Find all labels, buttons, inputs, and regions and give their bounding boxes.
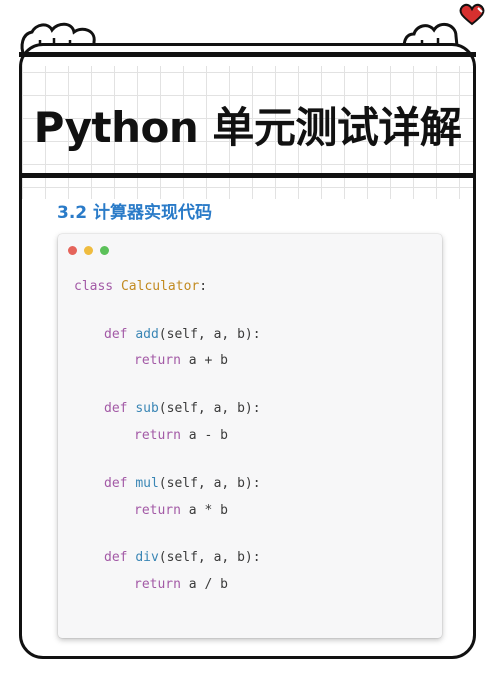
section-heading: 3.2 计算器实现代码 bbox=[57, 203, 213, 223]
code-line: return a / b bbox=[134, 577, 228, 592]
code-keyword: return bbox=[134, 577, 181, 592]
code-text: a - b bbox=[180, 428, 228, 443]
header-top-rule bbox=[19, 52, 476, 57]
code-line: def sub(self, a, b): bbox=[104, 401, 261, 416]
code-line: return a + b bbox=[134, 353, 228, 368]
code-keyword: return bbox=[134, 503, 181, 518]
code-keyword: def bbox=[104, 327, 128, 342]
code-function-name: mul bbox=[135, 476, 159, 491]
code-text: (self, a, b): bbox=[158, 401, 261, 416]
code-keyword: return bbox=[134, 428, 181, 443]
code-text: (self, a, b): bbox=[158, 327, 261, 342]
window-minimize-dot bbox=[84, 246, 93, 255]
code-text: a * b bbox=[180, 503, 228, 518]
code-function-name: div bbox=[135, 550, 159, 565]
code-class-name: Calculator bbox=[120, 279, 200, 294]
code-line: def add(self, a, b): bbox=[104, 327, 261, 342]
window-close-dot bbox=[68, 246, 77, 255]
code-line: class Calculator: bbox=[74, 279, 207, 294]
header-bottom-rule bbox=[19, 173, 476, 178]
code-keyword: class bbox=[74, 279, 114, 294]
code-function-name: sub bbox=[135, 401, 159, 416]
code-keyword: return bbox=[134, 353, 181, 368]
heart-icon bbox=[459, 3, 485, 26]
code-text: a + b bbox=[180, 353, 228, 368]
window-maximize-dot bbox=[100, 246, 109, 255]
code-line: def mul(self, a, b): bbox=[104, 476, 261, 491]
code-text: a / b bbox=[180, 577, 228, 592]
code-function-name: add bbox=[135, 327, 159, 342]
code-window bbox=[58, 234, 442, 638]
code-text: (self, a, b): bbox=[158, 476, 261, 491]
code-keyword: def bbox=[104, 550, 128, 565]
code-line: return a - b bbox=[134, 428, 228, 443]
code-text: (self, a, b): bbox=[158, 550, 261, 565]
code-keyword: def bbox=[104, 401, 128, 416]
page-title: Python 单元测试详解 bbox=[33, 103, 462, 152]
code-line: def div(self, a, b): bbox=[104, 550, 261, 565]
code-text: : bbox=[199, 279, 208, 294]
code-keyword: def bbox=[104, 476, 128, 491]
code-line: return a * b bbox=[134, 503, 228, 518]
